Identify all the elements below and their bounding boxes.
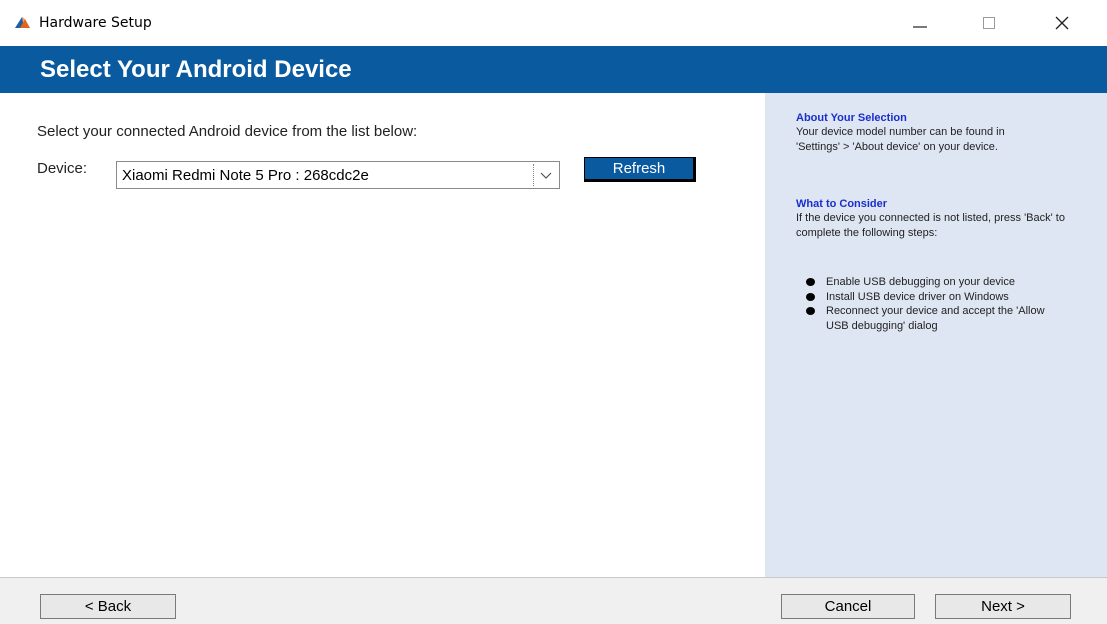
list-item: Install USB device driver on Windows [805,290,1055,305]
minimize-icon [913,26,927,28]
instruction-text: Select your connected Android device fro… [37,123,418,140]
page-title: Select Your Android Device [40,56,352,83]
select-divider [533,164,534,186]
next-button[interactable]: Next > [935,594,1071,619]
maximize-icon [983,17,995,29]
what-to-consider-text: If the device you connected is not liste… [796,212,1065,239]
list-item: Reconnect your device and accept the 'Al… [805,304,1055,333]
bullet-icon [806,278,815,286]
bullet-icon [806,307,815,315]
step-text: Enable USB debugging on your device [826,276,1015,288]
bullet-icon [806,292,815,301]
help-sidebar [765,93,1107,577]
matlab-logo-icon [14,14,31,30]
minimize-button[interactable] [897,0,943,46]
about-selection-text: Your device model number can be found in… [796,126,1005,153]
back-button[interactable]: < Back [40,594,176,619]
cancel-button[interactable]: Cancel [781,594,915,619]
close-button[interactable] [1039,0,1085,46]
refresh-button[interactable]: Refresh [584,157,696,182]
window-titlebar: Hardware Setup [0,0,1107,46]
device-select-value: Xiaomi Redmi Note 5 Pro : 268cdc2e [122,167,369,184]
list-item: Enable USB debugging on your device [805,275,1055,290]
device-select[interactable]: Xiaomi Redmi Note 5 Pro : 268cdc2e [116,161,560,189]
window-title: Hardware Setup [39,15,152,31]
steps-list: Enable USB debugging on your device Inst… [805,275,1085,333]
about-selection-heading: About Your Selection [796,112,907,124]
device-label: Device: [37,160,88,177]
close-icon [1055,16,1069,30]
step-text: Install USB device driver on Windows [826,290,1009,303]
what-to-consider-heading: What to Consider [796,198,888,210]
chevron-down-icon[interactable] [538,168,554,182]
step-text: Reconnect your device and accept the 'Al… [826,305,1045,332]
maximize-button[interactable] [966,0,1012,46]
